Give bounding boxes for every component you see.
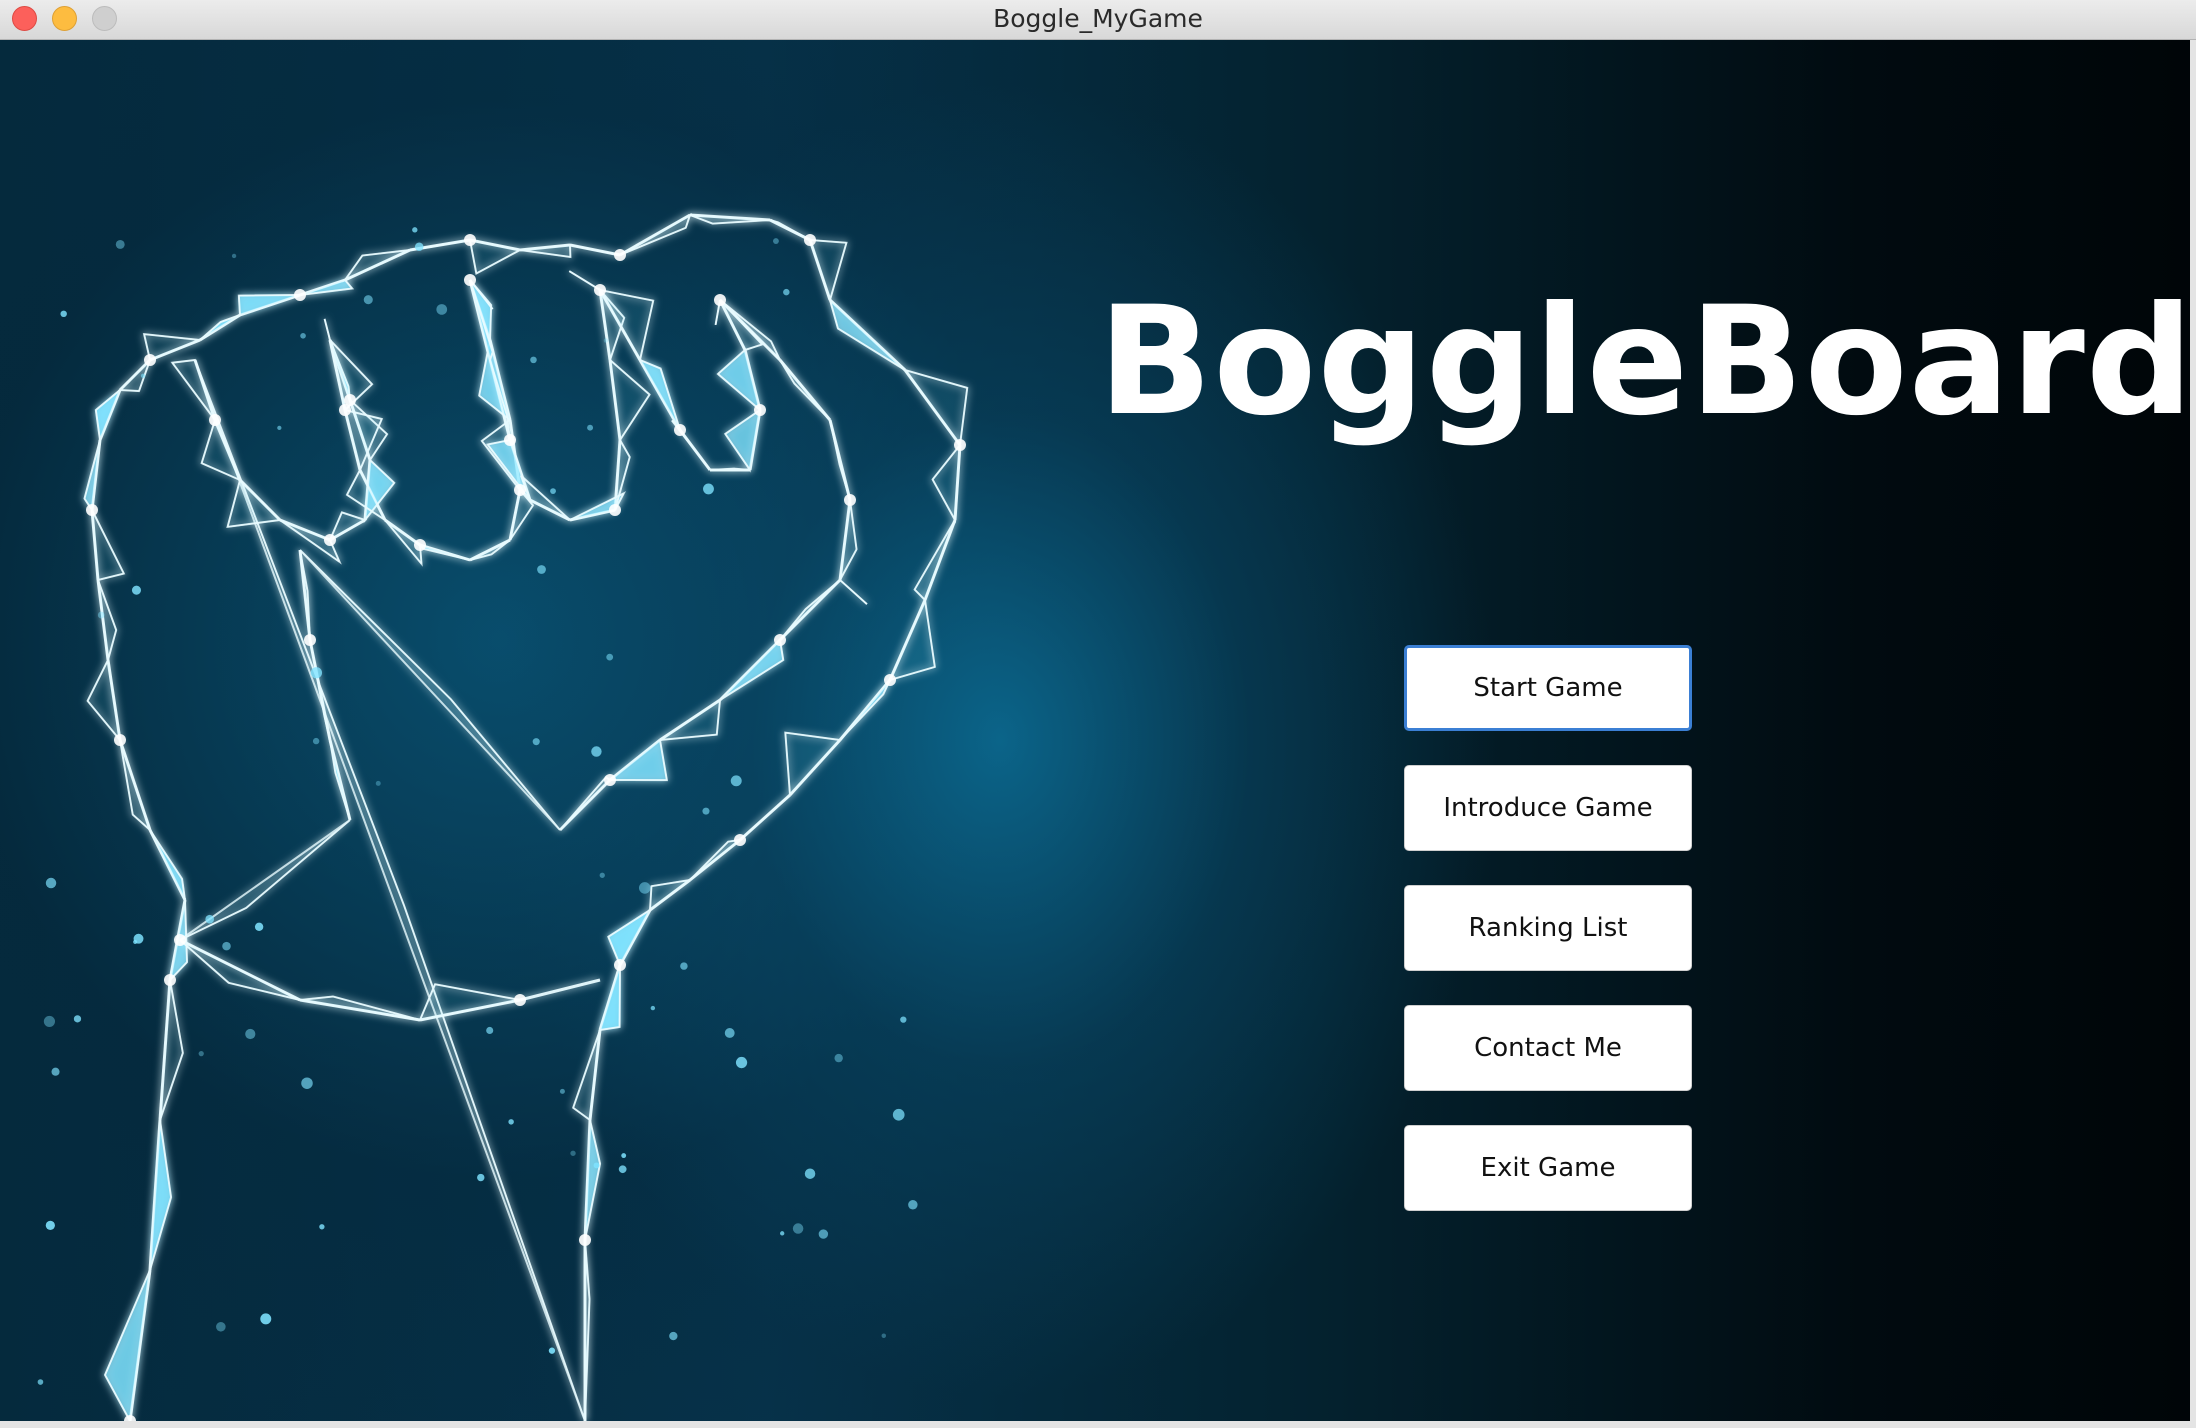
fist-illustration: [37, 212, 969, 1421]
main-menu-panel: BoggleBoard Start Game Introduce Game Ra…: [0, 40, 2190, 1421]
start-game-button[interactable]: Start Game: [1404, 645, 1692, 731]
ranking-list-button[interactable]: Ranking List: [1404, 885, 1692, 971]
game-title: BoggleBoard: [1098, 275, 2190, 449]
app-window: Boggle_MyGame BoggleBoard Start Game Int…: [0, 0, 2196, 1428]
contact-me-button[interactable]: Contact Me: [1404, 1005, 1692, 1091]
window-border-bottom: [0, 1421, 2196, 1428]
exit-game-button[interactable]: Exit Game: [1404, 1125, 1692, 1211]
title-bar[interactable]: Boggle_MyGame: [0, 0, 2196, 40]
window-title: Boggle_MyGame: [993, 4, 1203, 33]
window-border-right: [2190, 40, 2196, 1421]
introduce-game-button[interactable]: Introduce Game: [1404, 765, 1692, 851]
